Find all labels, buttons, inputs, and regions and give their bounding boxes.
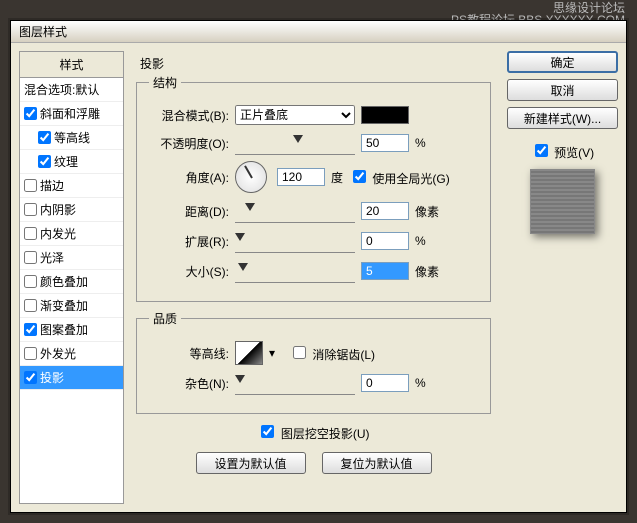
- size-slider[interactable]: [235, 265, 355, 283]
- style-checkbox[interactable]: [24, 371, 37, 384]
- contour-dropdown-icon[interactable]: ▾: [269, 346, 275, 360]
- style-item-1[interactable]: 斜面和浮雕: [20, 102, 123, 126]
- style-item-label: 内发光: [40, 225, 76, 242]
- contour-label: 等高线:: [149, 345, 229, 362]
- size-unit: 像素: [415, 263, 439, 280]
- panel-title: 投影: [140, 55, 493, 72]
- right-panel: 确定 取消 新建样式(W)... 预览(V): [503, 51, 618, 504]
- blend-mode-select[interactable]: 正片叠底: [235, 105, 355, 125]
- style-checkbox[interactable]: [24, 227, 37, 240]
- style-checkbox[interactable]: [24, 299, 37, 312]
- angle-dial[interactable]: [235, 161, 267, 193]
- style-item-label: 纹理: [54, 153, 78, 170]
- style-item-label: 光泽: [40, 249, 64, 266]
- distance-slider[interactable]: [235, 205, 355, 223]
- style-item-8[interactable]: 颜色叠加: [20, 270, 123, 294]
- style-checkbox[interactable]: [24, 203, 37, 216]
- distance-unit: 像素: [415, 203, 439, 220]
- distance-input[interactable]: [361, 202, 409, 220]
- style-item-9[interactable]: 渐变叠加: [20, 294, 123, 318]
- dialog-title: 图层样式: [11, 21, 626, 43]
- noise-slider[interactable]: [235, 377, 355, 395]
- angle-input[interactable]: [277, 168, 325, 186]
- style-checkbox[interactable]: [24, 251, 37, 264]
- style-item-label: 混合选项:默认: [24, 81, 99, 98]
- style-item-label: 颜色叠加: [40, 273, 88, 290]
- style-item-5[interactable]: 内阴影: [20, 198, 123, 222]
- styles-list: 样式 混合选项:默认斜面和浮雕等高线纹理描边内阴影内发光光泽颜色叠加渐变叠加图案…: [19, 51, 124, 504]
- spread-slider[interactable]: [235, 235, 355, 253]
- noise-input[interactable]: [361, 374, 409, 392]
- new-style-button[interactable]: 新建样式(W)...: [507, 107, 618, 129]
- structure-group: 结构 混合模式(B): 正片叠底 不透明度(O): % 角度(A): 度: [136, 74, 491, 302]
- noise-unit: %: [415, 376, 426, 390]
- opacity-unit: %: [415, 136, 426, 150]
- style-item-11[interactable]: 外发光: [20, 342, 123, 366]
- style-item-label: 投影: [40, 369, 64, 386]
- size-label: 大小(S):: [149, 263, 229, 280]
- style-item-3[interactable]: 纹理: [20, 150, 123, 174]
- style-item-label: 渐变叠加: [40, 297, 88, 314]
- distance-label: 距离(D):: [149, 203, 229, 220]
- preview-thumbnail: [530, 169, 595, 234]
- angle-unit: 度: [331, 169, 343, 186]
- style-item-label: 图案叠加: [40, 321, 88, 338]
- preview-check[interactable]: 预览(V): [531, 146, 594, 160]
- contour-picker[interactable]: [235, 341, 263, 365]
- style-item-label: 外发光: [40, 345, 76, 362]
- blend-mode-label: 混合模式(B):: [149, 107, 229, 124]
- opacity-label: 不透明度(O):: [149, 135, 229, 152]
- style-checkbox[interactable]: [24, 179, 37, 192]
- antialias-check[interactable]: 消除锯齿(L): [289, 343, 375, 363]
- reset-default-button[interactable]: 复位为默认值: [322, 452, 432, 474]
- style-item-2[interactable]: 等高线: [20, 126, 123, 150]
- style-item-4[interactable]: 描边: [20, 174, 123, 198]
- style-item-label: 内阴影: [40, 201, 76, 218]
- style-item-7[interactable]: 光泽: [20, 246, 123, 270]
- style-checkbox[interactable]: [24, 107, 37, 120]
- style-item-6[interactable]: 内发光: [20, 222, 123, 246]
- style-item-label: 等高线: [54, 129, 90, 146]
- noise-label: 杂色(N):: [149, 375, 229, 392]
- cancel-button[interactable]: 取消: [507, 79, 618, 101]
- angle-label: 角度(A):: [149, 169, 229, 186]
- settings-panel: 投影 结构 混合模式(B): 正片叠底 不透明度(O): % 角度(A):: [124, 51, 503, 504]
- quality-group: 品质 等高线: ▾ 消除锯齿(L) 杂色(N): %: [136, 310, 491, 414]
- style-item-label: 斜面和浮雕: [40, 105, 100, 122]
- ok-button[interactable]: 确定: [507, 51, 618, 73]
- spread-unit: %: [415, 234, 426, 248]
- size-input[interactable]: [361, 262, 409, 280]
- style-item-0[interactable]: 混合选项:默认: [20, 78, 123, 102]
- style-item-12[interactable]: 投影: [20, 366, 123, 390]
- style-checkbox[interactable]: [38, 155, 51, 168]
- style-checkbox[interactable]: [24, 275, 37, 288]
- shadow-color-swatch[interactable]: [361, 106, 409, 124]
- style-checkbox[interactable]: [24, 347, 37, 360]
- knockout-check[interactable]: 图层挖空投影(U): [257, 427, 369, 441]
- quality-legend: 品质: [149, 310, 181, 327]
- style-item-10[interactable]: 图案叠加: [20, 318, 123, 342]
- layer-style-dialog: 图层样式 样式 混合选项:默认斜面和浮雕等高线纹理描边内阴影内发光光泽颜色叠加渐…: [10, 20, 627, 513]
- style-checkbox[interactable]: [38, 131, 51, 144]
- spread-label: 扩展(R):: [149, 233, 229, 250]
- style-checkbox[interactable]: [24, 323, 37, 336]
- set-default-button[interactable]: 设置为默认值: [196, 452, 306, 474]
- global-light-check[interactable]: 使用全局光(G): [349, 167, 450, 187]
- opacity-input[interactable]: [361, 134, 409, 152]
- spread-input[interactable]: [361, 232, 409, 250]
- structure-legend: 结构: [149, 74, 181, 91]
- style-item-label: 描边: [40, 177, 64, 194]
- styles-header: 样式: [20, 52, 123, 78]
- opacity-slider[interactable]: [235, 137, 355, 155]
